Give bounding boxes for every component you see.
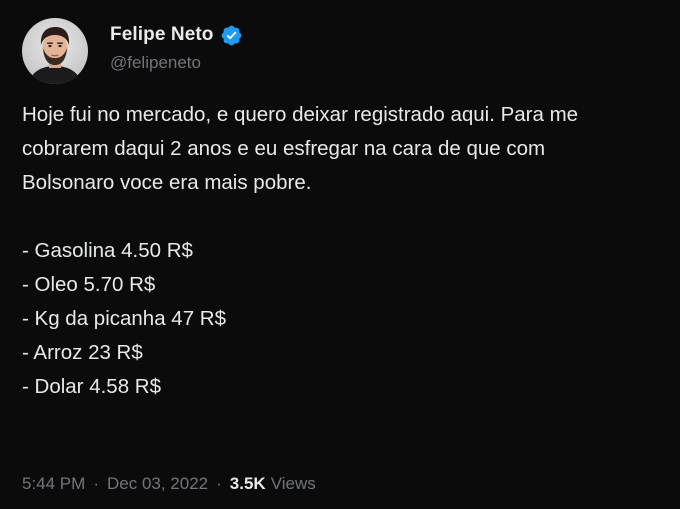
tweet-time[interactable]: 5:44 PM (22, 474, 85, 494)
author-name-row: Felipe Neto (110, 22, 243, 48)
list-item: - Oleo 5.70 R$ (22, 273, 156, 296)
list-item: - Kg da picanha 47 R$ (22, 307, 226, 330)
tweet-meta: 5:44 PM · Dec 03, 2022 · 3.5K Views (22, 474, 316, 494)
meta-separator: · (93, 474, 99, 493)
tweet-text: Hoje fui no mercado, e quero deixar regi… (22, 98, 672, 404)
author-display-name[interactable]: Felipe Neto (110, 24, 214, 46)
list-item: - Gasolina 4.50 R$ (22, 239, 193, 262)
tweet-text-line: Bolsonaro voce era mais pobre. (22, 171, 312, 194)
tweet-card: Felipe Neto @felipeneto Hoje fui no merc… (0, 0, 680, 509)
tweet-text-line: cobrarem daqui 2 anos e eu esfregar na c… (22, 137, 546, 160)
meta-separator: · (216, 474, 222, 493)
avatar[interactable] (22, 18, 88, 84)
list-item: - Dolar 4.58 R$ (22, 375, 162, 398)
views-count[interactable]: 3.5K (230, 474, 266, 494)
tweet-date[interactable]: Dec 03, 2022 (107, 474, 208, 494)
tweet-text-line: Hoje fui no mercado, e quero deixar regi… (22, 103, 579, 126)
avatar-image (22, 18, 88, 84)
views-label: Views (270, 474, 316, 493)
author-handle[interactable]: @felipeneto (110, 53, 201, 73)
list-item: - Arroz 23 R$ (22, 341, 143, 364)
verified-badge-icon (220, 24, 243, 47)
